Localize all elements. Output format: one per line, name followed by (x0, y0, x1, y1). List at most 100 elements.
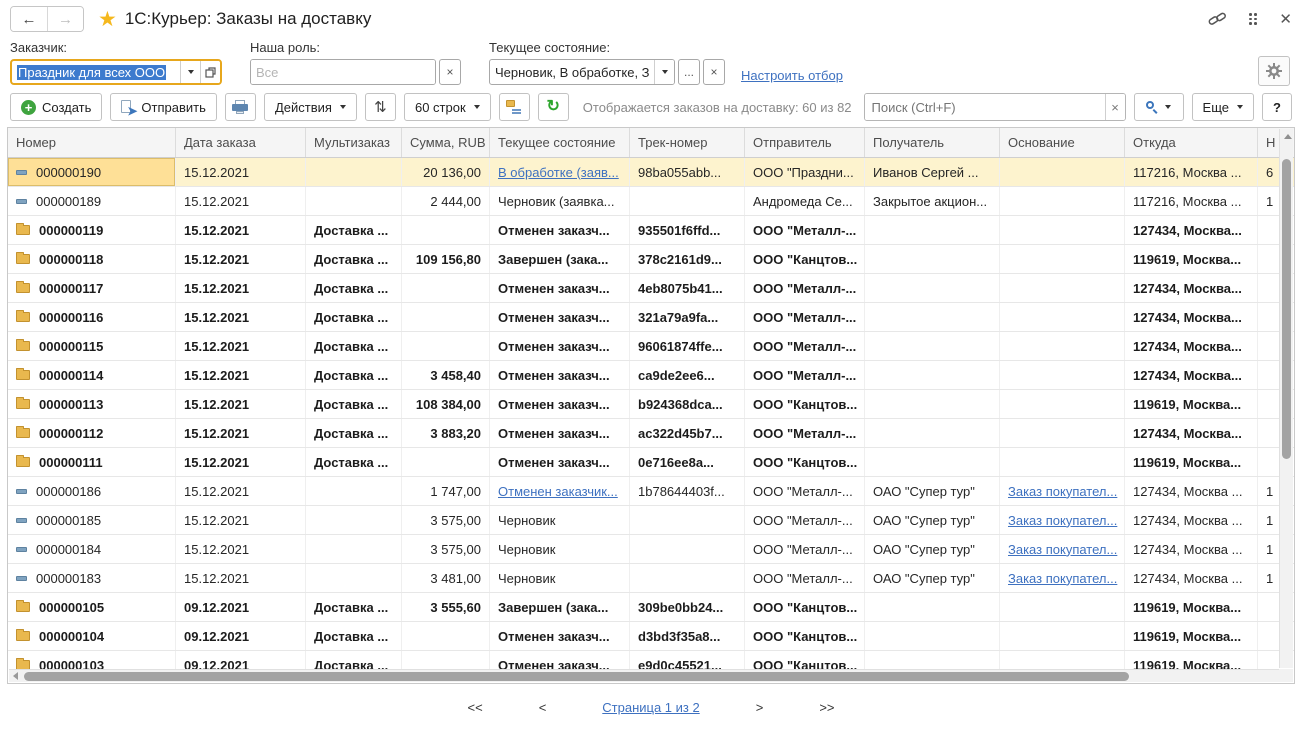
cell-track[interactable]: b924368dca... (630, 390, 745, 418)
cell-track[interactable]: 935501f6ffd... (630, 216, 745, 244)
cell-basis[interactable]: Заказ покупател... (1000, 506, 1125, 534)
cell-number-wrap[interactable]: 000000117 (8, 274, 176, 302)
cell-sender[interactable]: ООО "Металл-... (745, 332, 865, 360)
rows-per-page-button[interactable]: 60 строк (404, 93, 491, 121)
table-row[interactable]: 000000105 09.12.2021 Доставка ... 3 555,… (8, 593, 1294, 622)
cell-receiver[interactable] (865, 216, 1000, 244)
page-indicator-link[interactable]: Страница 1 из 2 (602, 700, 699, 715)
cell-receiver[interactable] (865, 274, 1000, 302)
get-link-icon[interactable] (1208, 11, 1227, 27)
cell-track[interactable]: e9d0c45521... (630, 651, 745, 671)
cell-date[interactable]: 15.12.2021 (176, 390, 306, 418)
cell-from[interactable]: 127434, Москва... (1125, 361, 1258, 389)
cell-sum[interactable]: 1 747,00 (402, 477, 490, 505)
cell-receiver[interactable] (865, 593, 1000, 621)
cell-receiver[interactable] (865, 419, 1000, 447)
cell-sender[interactable]: ООО "Металл-... (745, 303, 865, 331)
page-next-button[interactable]: > (756, 700, 764, 715)
column-header-basis[interactable]: Основание (1000, 128, 1125, 157)
cell-state[interactable]: Завершен (зака... (490, 593, 630, 621)
cell-receiver[interactable]: ОАО "Супер тур" (865, 506, 1000, 534)
cell-sum[interactable] (402, 622, 490, 650)
cell-number-wrap[interactable]: 000000114 (8, 361, 176, 389)
column-header-receiver[interactable]: Получатель (865, 128, 1000, 157)
cell-number-wrap[interactable]: 000000184 (8, 535, 176, 563)
cell-sum[interactable]: 109 156,80 (402, 245, 490, 273)
cell-from[interactable]: 119619, Москва... (1125, 593, 1258, 621)
cell-number-wrap[interactable]: 000000190 (8, 158, 176, 186)
cell-from[interactable]: 119619, Москва... (1125, 622, 1258, 650)
cell-date[interactable]: 15.12.2021 (176, 303, 306, 331)
cell-sender[interactable]: ООО "Металл-... (745, 361, 865, 389)
column-header-from[interactable]: Откуда (1125, 128, 1258, 157)
cell-state[interactable]: Черновик (490, 506, 630, 534)
cell-receiver[interactable]: Иванов Сергей ... (865, 158, 1000, 186)
cell-multi[interactable] (306, 158, 402, 186)
cell-receiver[interactable] (865, 245, 1000, 273)
cell-basis[interactable] (1000, 303, 1125, 331)
column-header-state[interactable]: Текущее состояние (490, 128, 630, 157)
cell-sender[interactable]: ООО "Металл-... (745, 419, 865, 447)
more-menu-icon[interactable] (1249, 13, 1257, 25)
cell-receiver[interactable] (865, 361, 1000, 389)
cell-date[interactable]: 15.12.2021 (176, 477, 306, 505)
cell-number-wrap[interactable]: 000000113 (8, 390, 176, 418)
state-clear-button[interactable]: × (703, 59, 725, 85)
page-first-button[interactable]: << (468, 700, 483, 715)
cell-date[interactable]: 09.12.2021 (176, 651, 306, 671)
cell-number-wrap[interactable]: 000000189 (8, 187, 176, 215)
cell-state[interactable]: Отменен заказч... (490, 419, 630, 447)
cell-sum[interactable]: 108 384,00 (402, 390, 490, 418)
cell-date[interactable]: 09.12.2021 (176, 593, 306, 621)
table-row[interactable]: 000000186 15.12.2021 1 747,00 Отменен за… (8, 477, 1294, 506)
state-dropdown-button[interactable] (654, 60, 674, 84)
actions-button[interactable]: Действия (264, 93, 357, 121)
table-row[interactable]: 000000185 15.12.2021 3 575,00 Черновик О… (8, 506, 1294, 535)
cell-receiver[interactable] (865, 651, 1000, 671)
search-input[interactable] (865, 94, 1105, 120)
column-header-track[interactable]: Трек-номер (630, 128, 745, 157)
customer-dropdown-button[interactable] (180, 61, 200, 83)
cell-basis[interactable] (1000, 245, 1125, 273)
cell-basis[interactable] (1000, 332, 1125, 360)
close-icon[interactable]: ✕ (1279, 10, 1292, 28)
table-row[interactable]: 000000104 09.12.2021 Доставка ... Отмене… (8, 622, 1294, 651)
cell-from[interactable]: 127434, Москва ... (1125, 535, 1258, 563)
cell-sum[interactable]: 3 575,00 (402, 535, 490, 563)
cell-sender[interactable]: ООО "Металл-... (745, 564, 865, 592)
cell-state[interactable]: Отменен заказч... (490, 390, 630, 418)
cell-track[interactable]: 378c2161d9... (630, 245, 745, 273)
cell-sum[interactable] (402, 303, 490, 331)
cell-date[interactable]: 15.12.2021 (176, 361, 306, 389)
vertical-scroll-thumb[interactable] (1282, 159, 1291, 459)
table-row[interactable]: 000000114 15.12.2021 Доставка ... 3 458,… (8, 361, 1294, 390)
cell-state[interactable]: Отменен заказч... (490, 274, 630, 302)
cell-receiver[interactable] (865, 448, 1000, 476)
table-row[interactable]: 000000118 15.12.2021 Доставка ... 109 15… (8, 245, 1294, 274)
cell-receiver[interactable] (865, 303, 1000, 331)
cell-receiver[interactable]: ОАО "Супер тур" (865, 535, 1000, 563)
cell-track[interactable]: 98ba055abb... (630, 158, 745, 186)
cell-track[interactable]: 96061874ffe... (630, 332, 745, 360)
cell-sum[interactable]: 2 444,00 (402, 187, 490, 215)
cell-sum[interactable] (402, 651, 490, 671)
table-row[interactable]: 000000103 09.12.2021 Доставка ... Отмене… (8, 651, 1294, 671)
cell-sum[interactable] (402, 332, 490, 360)
cell-date[interactable]: 15.12.2021 (176, 216, 306, 244)
cell-sender[interactable]: ООО "Металл-... (745, 506, 865, 534)
cell-basis[interactable]: Заказ покупател... (1000, 564, 1125, 592)
cell-track[interactable] (630, 564, 745, 592)
cell-state[interactable]: Черновик (490, 535, 630, 563)
cell-multi[interactable] (306, 564, 402, 592)
cell-sender[interactable]: ООО "Металл-... (745, 274, 865, 302)
column-header-sender[interactable]: Отправитель (745, 128, 865, 157)
role-clear-button[interactable]: × (439, 59, 461, 85)
column-header-date[interactable]: Дата заказа (176, 128, 306, 157)
table-row[interactable]: 000000112 15.12.2021 Доставка ... 3 883,… (8, 419, 1294, 448)
cell-track[interactable]: 309be0bb24... (630, 593, 745, 621)
customer-filter-field[interactable]: Праздник для всех ООО (10, 59, 222, 85)
cell-basis[interactable] (1000, 622, 1125, 650)
cell-multi[interactable]: Доставка ... (306, 390, 402, 418)
search-button[interactable] (1134, 93, 1184, 121)
table-row[interactable]: 000000113 15.12.2021 Доставка ... 108 38… (8, 390, 1294, 419)
